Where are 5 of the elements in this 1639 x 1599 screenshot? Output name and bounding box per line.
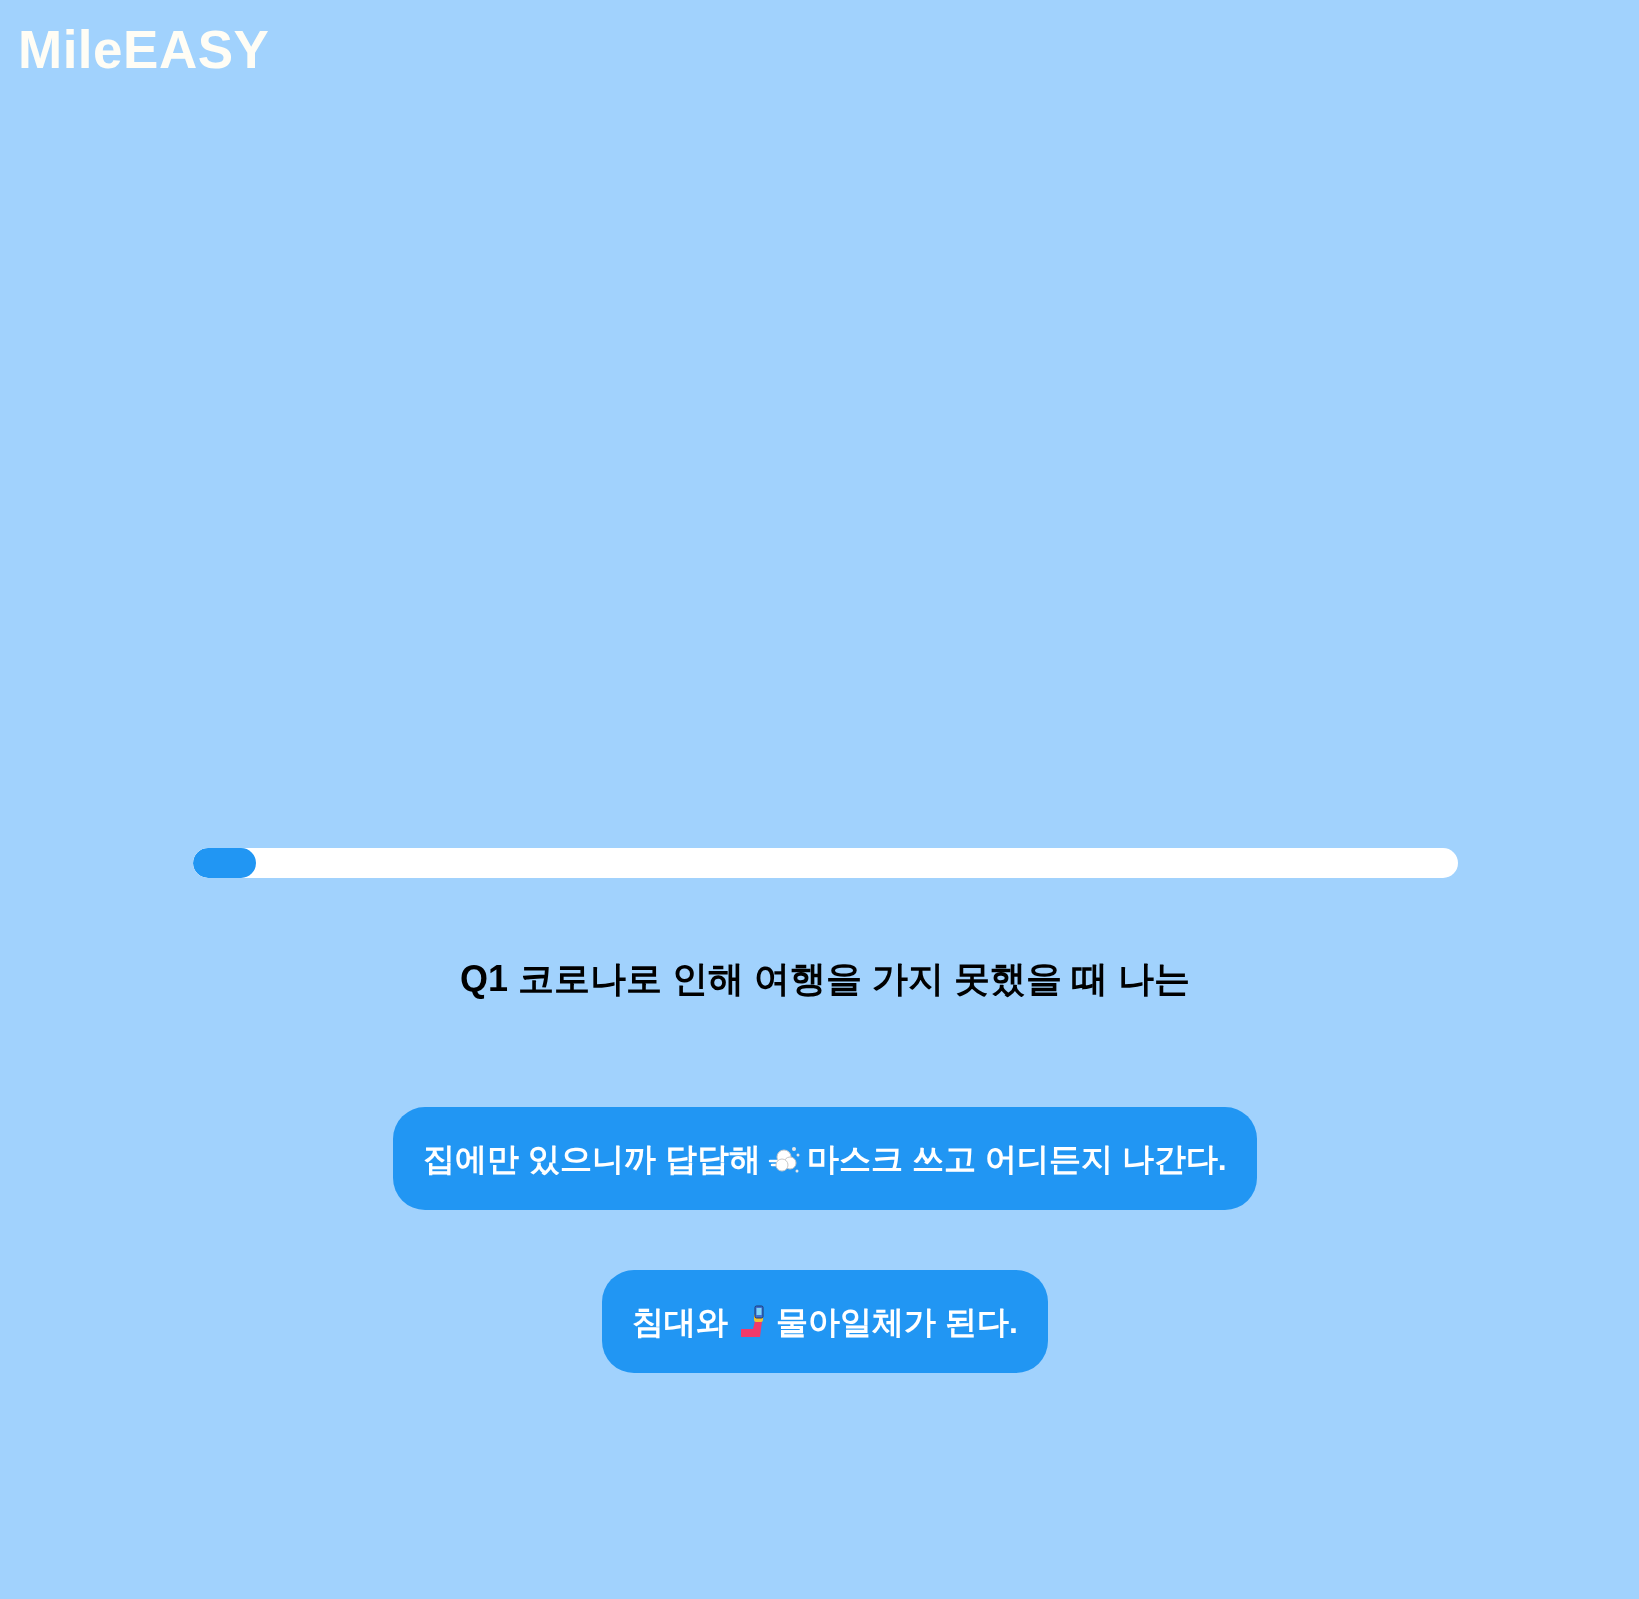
- question-text: Q1 코로나로 인해 여행을 가지 못했을 때 나는: [459, 959, 1190, 999]
- answer-button[interactable]: 집에만 있으니까 답답해 마스크 쓰고 어디든지 나간다.: [393, 1107, 1257, 1210]
- answer-button[interactable]: 침대와 물아일체가 된다.: [602, 1270, 1048, 1373]
- logo-wordmark: MileEASY: [18, 23, 270, 76]
- selfie-arm-icon: [738, 1304, 767, 1339]
